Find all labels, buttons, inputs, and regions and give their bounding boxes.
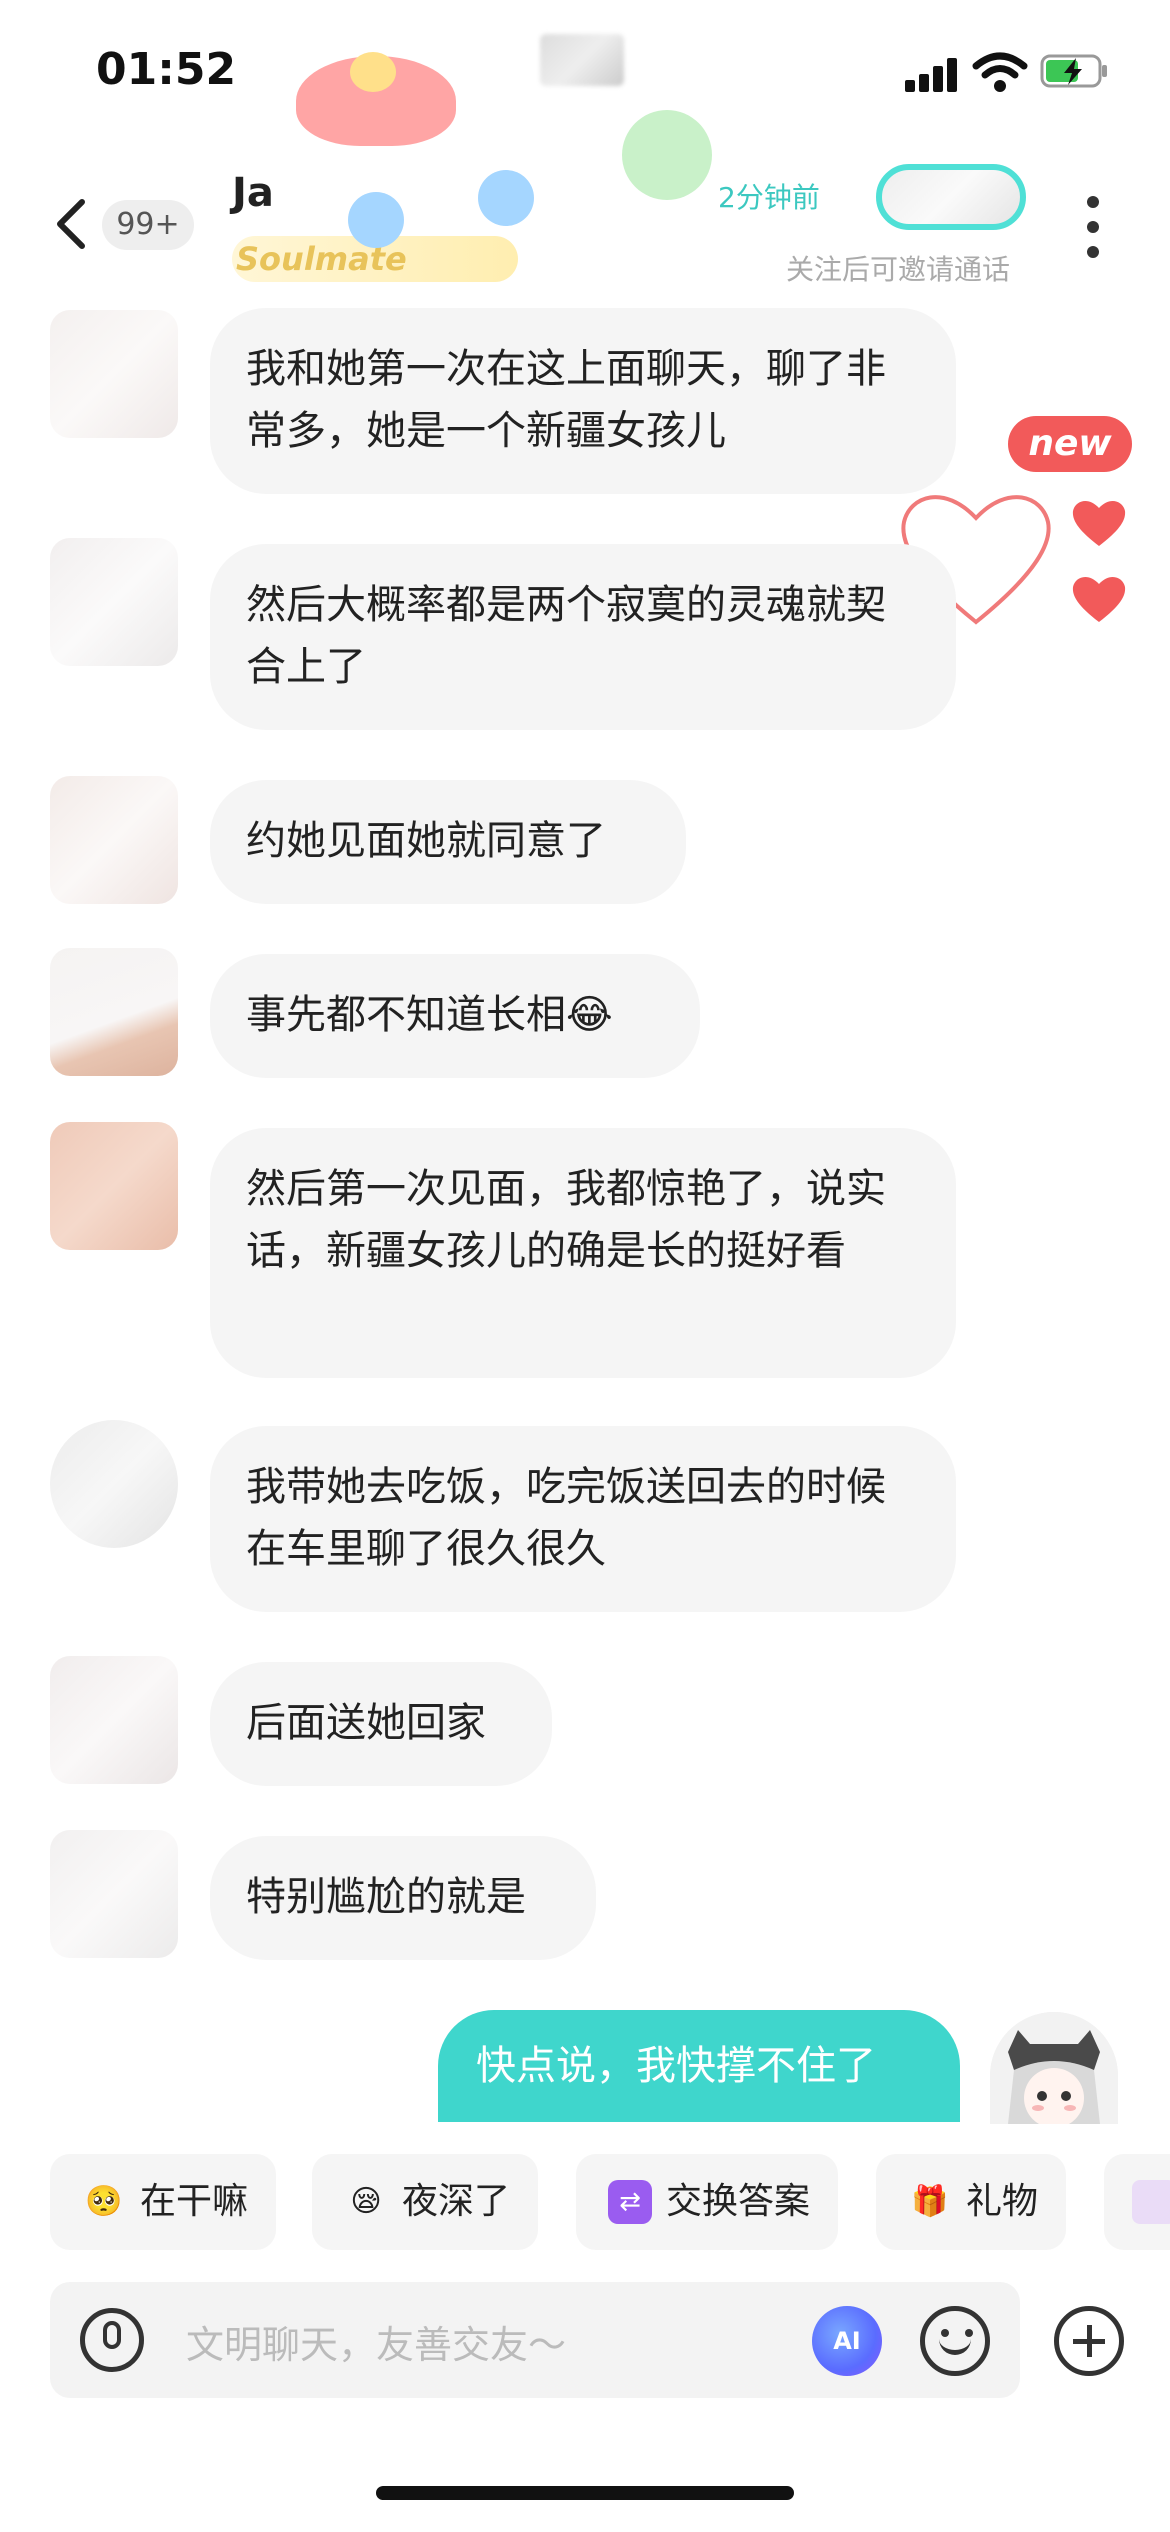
flower-decoration xyxy=(478,170,534,226)
avatar[interactable] xyxy=(50,1830,178,1958)
gift-icon: 🎁 xyxy=(911,2184,949,2219)
message-bubble[interactable]: 然后第一次见面，我都惊艳了，说实话，新疆女孩儿的确是长的挺好看 xyxy=(210,1128,956,1378)
message-input[interactable]: 文明聊天，友善交友～ xyxy=(186,2314,566,2369)
quick-reply-label: 交换答案 xyxy=(666,2181,811,2222)
message-bubble[interactable]: 特别尴尬的就是 xyxy=(210,1836,596,1960)
signal-icon xyxy=(905,58,959,92)
avatar[interactable] xyxy=(50,1122,178,1250)
quick-reply-label: 礼物 xyxy=(966,2181,1039,2222)
message-bubble[interactable]: 然后大概率都是两个寂寞的灵魂就契合上了 xyxy=(210,544,956,730)
back-icon[interactable] xyxy=(52,196,92,252)
battery-charging-icon xyxy=(1040,54,1107,88)
quick-reply-label: 在干嘛 xyxy=(140,2181,249,2222)
message-input-bar: 文明聊天，友善交友～ AI xyxy=(50,2282,1020,2398)
my-message-bubble[interactable]: 快点说，我快撑不住了 xyxy=(438,2010,960,2122)
more-reply-icon xyxy=(1132,2180,1170,2224)
exchange-icon: ⇄ xyxy=(608,2180,652,2224)
message-bubble[interactable]: 我带她去吃饭，吃完饭送回去的时候在车里聊了很久很久 xyxy=(210,1426,956,1612)
unread-count-badge[interactable]: 99+ xyxy=(102,200,194,250)
quick-reply-chip[interactable]: 🥺 在干嘛 xyxy=(50,2154,276,2250)
new-badge: new xyxy=(1008,416,1132,472)
avatar[interactable] xyxy=(50,1656,178,1784)
contact-name[interactable]: Ja xyxy=(232,170,274,216)
cartoon-avatar-icon xyxy=(990,2012,1118,2124)
flower-decoration xyxy=(622,110,712,200)
flower-decoration xyxy=(348,192,404,248)
plus-icon[interactable] xyxy=(1054,2306,1124,2376)
quick-reply-chip[interactable]: 🎁 礼物 xyxy=(876,2154,1066,2250)
flower-center-decoration xyxy=(350,52,396,92)
quick-reply-bar: 🥺 在干嘛 😪 夜深了 ⇄ 交换答案 🎁 礼物 xyxy=(0,2154,1170,2250)
last-online: 2分钟前 xyxy=(718,181,820,214)
wifi-icon xyxy=(972,52,1028,92)
avatar[interactable] xyxy=(50,1420,178,1548)
more-icon[interactable] xyxy=(1086,196,1100,258)
sleepy-emoji-icon: 😪 xyxy=(350,2184,382,2219)
emoji-icon[interactable] xyxy=(920,2306,990,2376)
follow-button[interactable] xyxy=(876,164,1026,230)
my-avatar[interactable] xyxy=(990,2012,1118,2124)
avatar[interactable] xyxy=(50,310,178,438)
avatar[interactable] xyxy=(50,538,178,666)
avatar[interactable] xyxy=(50,776,178,904)
message-bubble[interactable]: 事先都不知道长相😂 xyxy=(210,954,700,1078)
quick-reply-chip-partial[interactable] xyxy=(1104,2154,1170,2250)
message-bubble[interactable]: 我和她第一次在这上面聊天，聊了非常多，她是一个新疆女孩儿 xyxy=(210,308,956,494)
ai-assist-icon[interactable]: AI xyxy=(812,2306,882,2376)
follow-hint: 关注后可邀请通话 xyxy=(786,253,1011,286)
voice-icon[interactable] xyxy=(80,2308,144,2372)
status-blurred-image xyxy=(540,34,624,86)
heart-icon xyxy=(1072,576,1126,622)
message-bubble[interactable]: 约她见面她就同意了 xyxy=(210,780,686,904)
quick-reply-chip[interactable]: ⇄ 交换答案 xyxy=(576,2154,838,2250)
pleading-emoji-icon: 🥺 xyxy=(85,2184,123,2219)
message-bubble[interactable]: 后面送她回家 xyxy=(210,1662,552,1786)
home-indicator xyxy=(376,2486,794,2500)
heart-icon xyxy=(1072,500,1126,546)
quick-reply-label: 夜深了 xyxy=(402,2181,511,2222)
status-time: 01:52 xyxy=(96,44,237,95)
avatar[interactable] xyxy=(50,948,178,1076)
quick-reply-chip[interactable]: 😪 夜深了 xyxy=(312,2154,538,2250)
